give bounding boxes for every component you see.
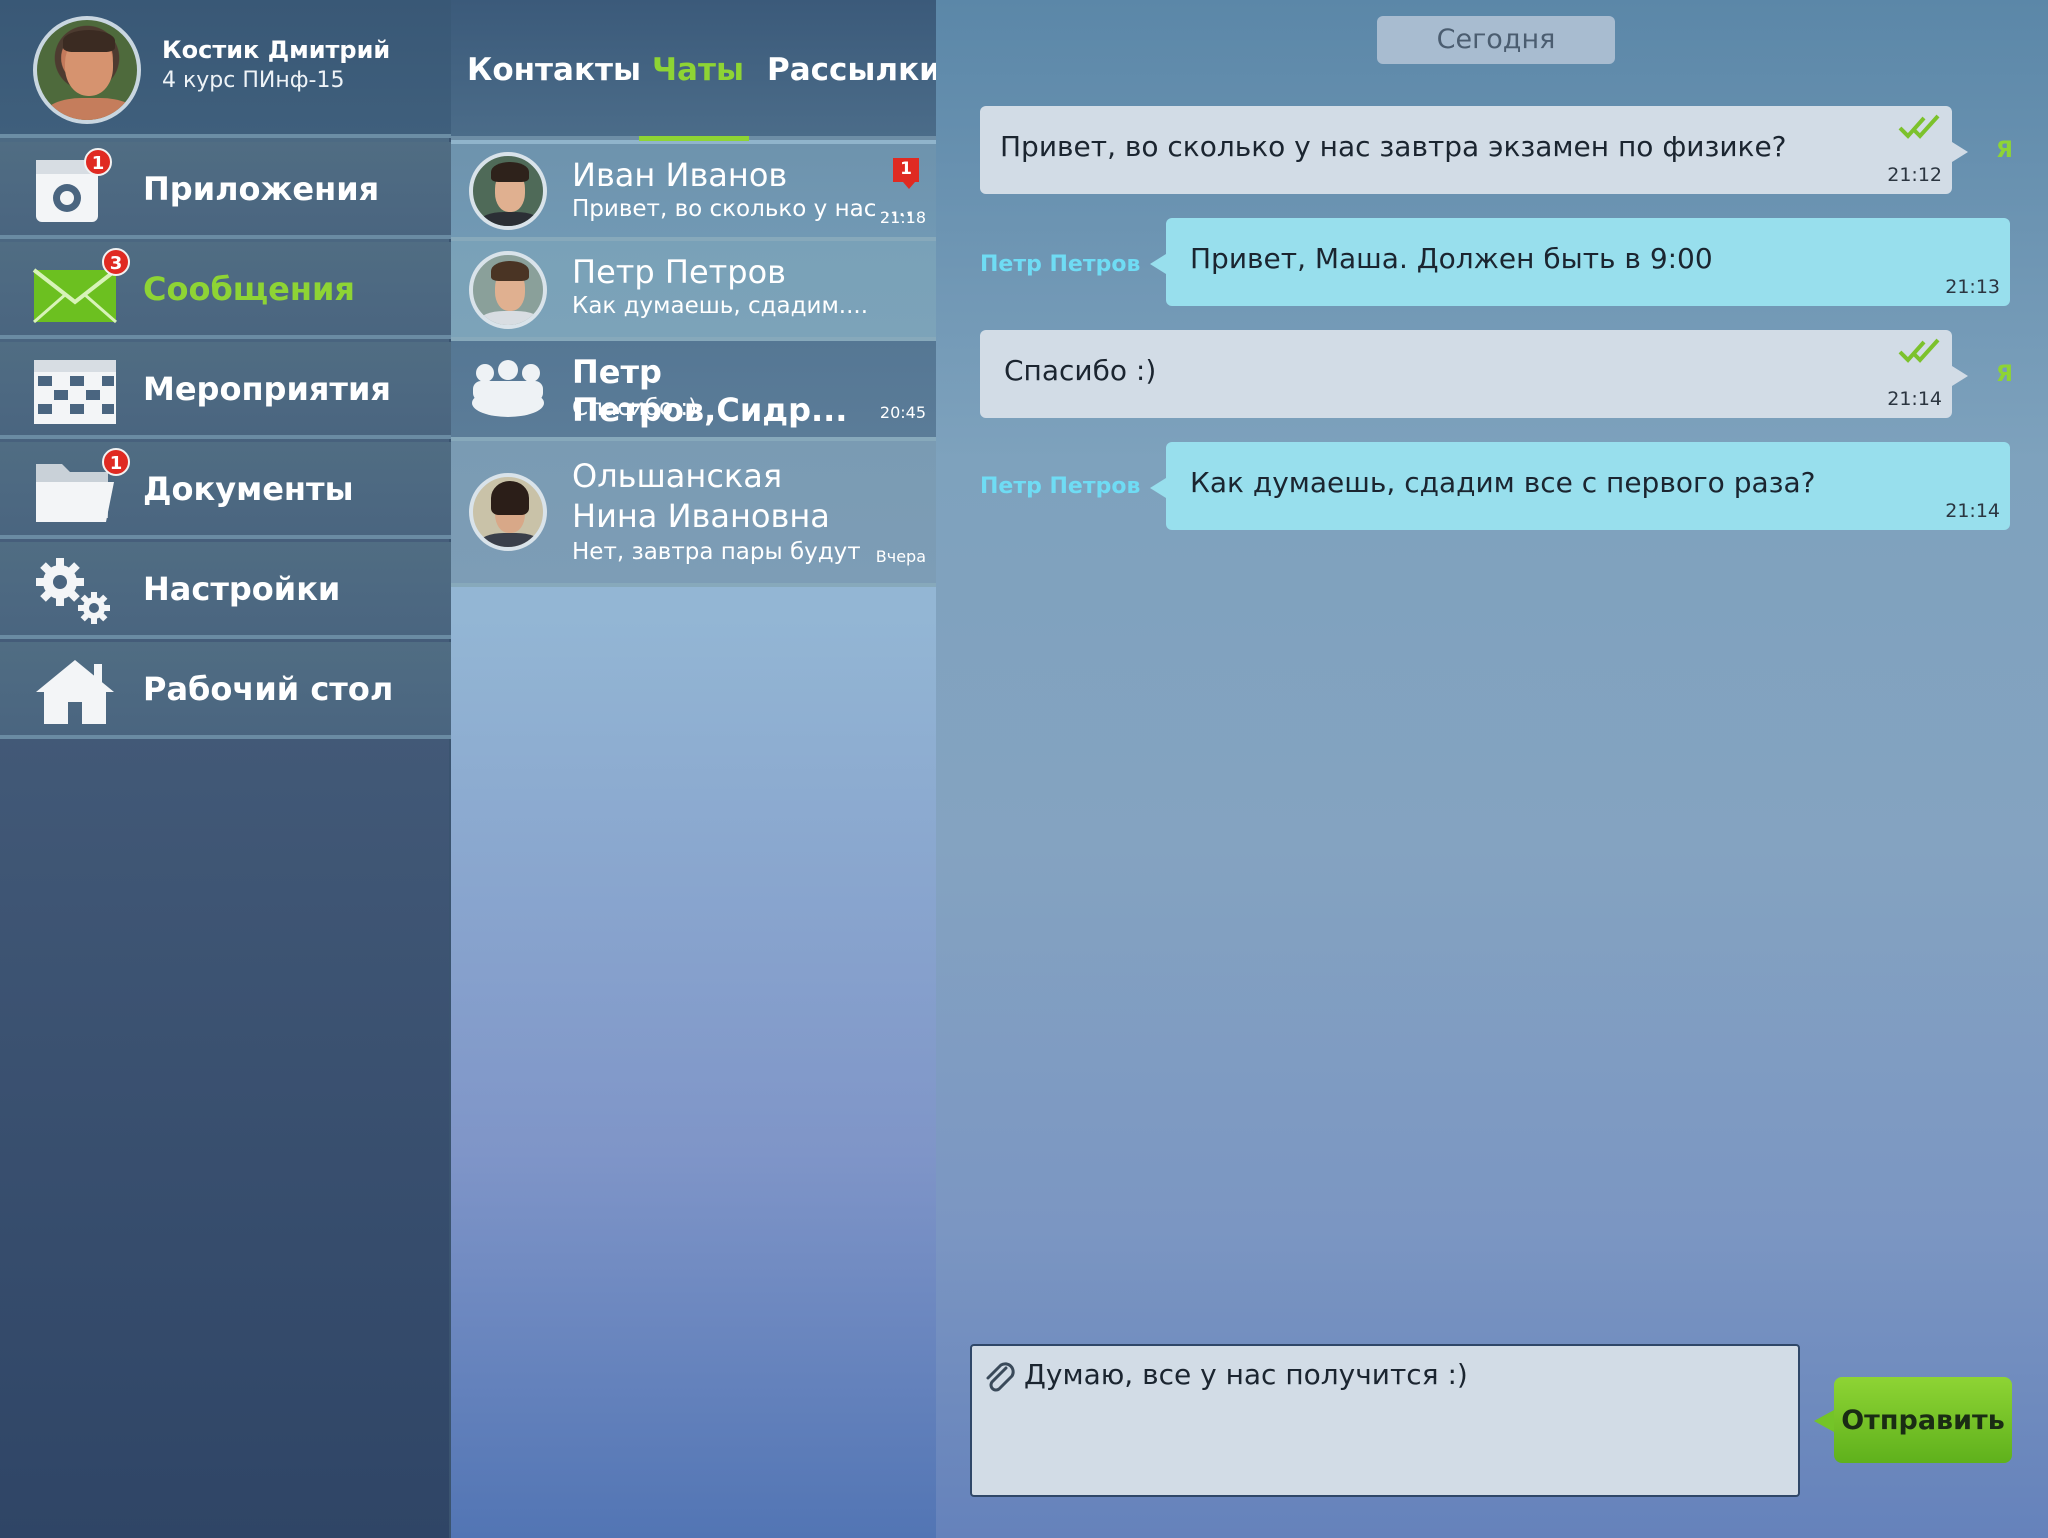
chat-item[interactable]: Петр Петров,Сидр... Спасибо :) 20:45 (451, 341, 936, 441)
chat-list-panel: Контакты Чаты Рассылки Иван Иванов Приве… (451, 0, 941, 1538)
sidebar-item-label: Рабочий стол (143, 670, 394, 708)
tab-mailings[interactable]: Рассылки (767, 52, 941, 88)
date-separator: Сегодня (1377, 16, 1615, 64)
tab-bar: Контакты Чаты Рассылки (451, 0, 941, 141)
chat-preview: Как думаешь, сдадим.... (572, 293, 869, 319)
chat-item[interactable]: Ольшанская Нина Ивановна Нет, завтра пар… (451, 441, 936, 587)
message-text: Спасибо :) (1004, 354, 1157, 387)
profile-header[interactable]: Костик Дмитрий 4 курс ПИнф-15 (0, 0, 451, 138)
unread-badge: 1 (893, 158, 919, 189)
sidebar-item-events[interactable]: Мероприятия (0, 342, 451, 439)
message-text: Привет, Маша. Должен быть в 9:00 (1190, 242, 1713, 275)
sender-name: Петр Петров (980, 252, 1141, 277)
message-outgoing[interactable]: Спасибо :) 21:14 (980, 330, 1968, 418)
message-time: 21:13 (1945, 276, 2000, 298)
chat-name: Петр Петров (572, 253, 787, 291)
chat-time: 21:18 (879, 208, 926, 227)
tab-chats[interactable]: Чаты (652, 52, 744, 88)
profile-name: Костик Дмитрий (162, 36, 391, 64)
avatar[interactable] (33, 16, 141, 124)
chat-name-line1: Ольшанская (572, 457, 783, 495)
chat-time: Вчера (875, 547, 926, 566)
conversation-panel: Сегодня Привет, во сколько у нас завтра … (936, 0, 2048, 1538)
chat-item[interactable]: Петр Петров Как думаешь, сдадим.... (451, 241, 936, 341)
message-composer[interactable] (970, 1344, 1800, 1497)
message-time: 21:14 (1945, 500, 2000, 522)
message-input[interactable] (1024, 1358, 1784, 1391)
avatar (469, 251, 547, 329)
sidebar-item-label: Сообщения (143, 270, 355, 308)
sidebar-item-label: Настройки (143, 570, 341, 608)
documents-badge: 1 (102, 448, 130, 476)
chat-preview: Нет, завтра пары будут (572, 539, 861, 565)
sidebar-item-label: Документы (143, 470, 354, 508)
chat-preview: Привет, во сколько у нас .... (572, 196, 913, 222)
message-text: Привет, во сколько у нас завтра экзамен … (1000, 130, 1787, 163)
me-label: Я (1996, 138, 2013, 163)
chat-name-line2: Нина Ивановна (572, 497, 830, 535)
profile-subtitle: 4 курс ПИнф-15 (162, 68, 345, 93)
message-incoming[interactable]: Привет, Маша. Должен быть в 9:00 21:13 (1150, 218, 2010, 306)
gears-icon (36, 558, 110, 624)
message-incoming[interactable]: Как думаешь, сдадим все с первого раза? … (1150, 442, 2010, 530)
sender-name: Петр Петров (980, 474, 1141, 499)
sidebar-item-documents[interactable]: 1 Документы (0, 442, 451, 539)
chat-preview: Спасибо :) (572, 395, 698, 421)
chat-time: 20:45 (879, 403, 926, 422)
double-check-icon (1898, 114, 1940, 139)
group-icon (472, 360, 544, 417)
calendar-icon (34, 360, 116, 424)
message-time: 21:14 (1887, 388, 1942, 410)
sidebar-item-messages[interactable]: 3 Сообщения (0, 242, 451, 339)
sidebar-item-label: Мероприятия (143, 370, 391, 408)
sidebar: Костик Дмитрий 4 курс ПИнф-15 1 Приложен… (0, 0, 451, 1538)
message-text: Как думаешь, сдадим все с первого раза? (1190, 466, 1816, 499)
chat-name: Иван Иванов (572, 156, 788, 194)
paperclip-icon[interactable] (982, 1360, 1018, 1396)
avatar (469, 152, 547, 230)
active-tab-indicator (639, 136, 749, 141)
sidebar-item-desktop[interactable]: Рабочий стол (0, 642, 451, 739)
double-check-icon (1898, 338, 1940, 363)
avatar (469, 473, 547, 551)
chat-item[interactable]: Иван Иванов Привет, во сколько у нас ...… (451, 144, 936, 241)
me-label: Я (1996, 362, 2013, 387)
apps-badge: 1 (84, 148, 112, 176)
send-button[interactable]: Отправить (1814, 1377, 2012, 1463)
message-outgoing[interactable]: Привет, во сколько у нас завтра экзамен … (980, 106, 1968, 194)
sidebar-item-settings[interactable]: Настройки (0, 542, 451, 639)
sidebar-item-apps[interactable]: 1 Приложения (0, 142, 451, 239)
messages-badge: 3 (102, 248, 130, 276)
tab-contacts[interactable]: Контакты (467, 52, 641, 88)
sidebar-item-label: Приложения (143, 170, 380, 208)
home-icon (36, 660, 114, 724)
message-time: 21:12 (1887, 164, 1942, 186)
